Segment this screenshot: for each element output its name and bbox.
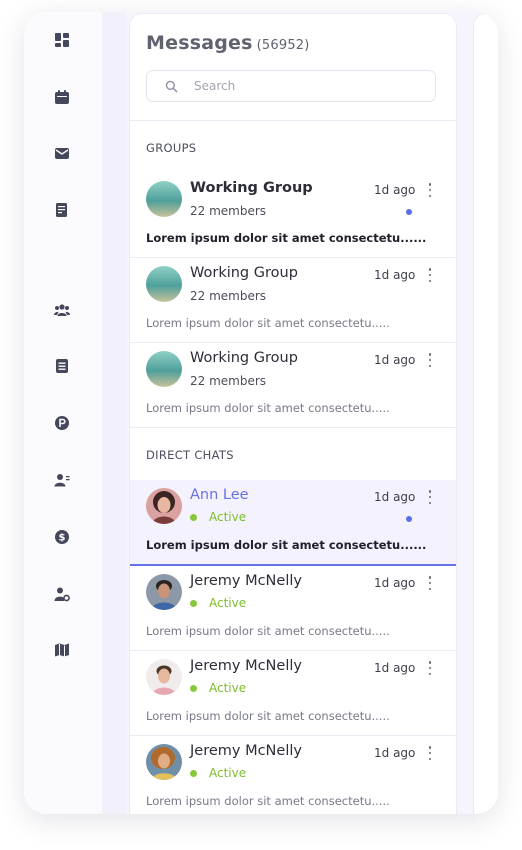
message-preview: Lorem ipsum dolor sit amet consectetu...… bbox=[146, 624, 390, 638]
messages-panel: Messages(56952) GROUPS Working Group 22 … bbox=[130, 14, 456, 814]
avatar bbox=[146, 574, 182, 610]
chat-row[interactable]: Jeremy McNelly Active 1d ago Lorem ipsum… bbox=[130, 736, 456, 814]
timestamp: 1d ago bbox=[374, 746, 416, 760]
group-members: 22 members bbox=[190, 204, 267, 218]
status-badge: Active bbox=[190, 596, 246, 610]
status-label: Active bbox=[209, 596, 247, 610]
group-members: 22 members bbox=[190, 289, 267, 303]
more-options-icon[interactable] bbox=[426, 267, 434, 283]
unread-dot bbox=[406, 209, 412, 215]
status-badge: Active bbox=[190, 681, 246, 695]
team-icon[interactable] bbox=[52, 300, 72, 320]
chat-row[interactable]: Ann Lee Active 1d ago Lorem ipsum dolor … bbox=[130, 480, 456, 566]
search-icon bbox=[165, 80, 178, 92]
title-label: Messages bbox=[146, 32, 253, 54]
timestamp: 1d ago bbox=[374, 183, 416, 197]
detail-panel-edge bbox=[474, 14, 498, 814]
contact-name: Jeremy McNelly bbox=[190, 743, 302, 759]
groups-heading: GROUPS bbox=[146, 141, 197, 155]
timestamp: 1d ago bbox=[374, 268, 416, 282]
contacts-icon[interactable] bbox=[52, 470, 72, 490]
chat-row[interactable]: Jeremy McNelly Active 1d ago Lorem ipsum… bbox=[130, 566, 456, 651]
sidebar-rail: $ bbox=[24, 12, 102, 814]
groups-section-header: GROUPS bbox=[130, 121, 456, 173]
status-badge: Active bbox=[190, 766, 246, 780]
dollar-icon[interactable]: $ bbox=[52, 527, 72, 547]
message-preview: Lorem ipsum dolor sit amet consectetu...… bbox=[146, 401, 390, 415]
timestamp: 1d ago bbox=[374, 490, 416, 504]
more-options-icon[interactable] bbox=[426, 352, 434, 368]
more-options-icon[interactable] bbox=[426, 575, 434, 591]
rail-divider bbox=[102, 12, 126, 814]
timestamp: 1d ago bbox=[374, 576, 416, 590]
status-label: Active bbox=[209, 766, 247, 780]
timestamp: 1d ago bbox=[374, 353, 416, 367]
message-count: (56952) bbox=[256, 38, 310, 53]
parking-icon[interactable] bbox=[52, 413, 72, 433]
invoice-icon[interactable] bbox=[52, 200, 72, 220]
direct-chats-heading: DIRECT CHATS bbox=[146, 448, 234, 462]
messages-header: Messages (56952) bbox=[130, 14, 456, 121]
group-row[interactable]: Working Group 22 members 1d ago Lorem ip… bbox=[130, 173, 456, 258]
app-frame: $ Messages(56952) GROUPS Working Group 2 bbox=[24, 12, 498, 814]
user-settings-icon[interactable] bbox=[52, 584, 72, 604]
message-preview: Lorem ipsum dolor sit amet consectetu...… bbox=[146, 316, 390, 330]
group-row[interactable]: Working Group 22 members 1d ago Lorem ip… bbox=[130, 343, 456, 428]
search-input[interactable] bbox=[192, 78, 426, 94]
unread-dot bbox=[406, 516, 412, 522]
group-name: Working Group bbox=[190, 350, 298, 366]
timestamp: 1d ago bbox=[374, 661, 416, 675]
group-avatar bbox=[146, 266, 182, 302]
status-label: Active bbox=[209, 510, 247, 524]
status-dot bbox=[190, 513, 197, 521]
status-dot bbox=[190, 599, 197, 607]
group-avatar bbox=[146, 181, 182, 217]
mail-icon[interactable] bbox=[52, 143, 72, 163]
document-icon[interactable] bbox=[52, 356, 72, 376]
chat-row[interactable]: Jeremy McNelly Active 1d ago Lorem ipsum… bbox=[130, 651, 456, 736]
group-name: Working Group bbox=[190, 265, 298, 281]
contact-name: Ann Lee bbox=[190, 487, 249, 503]
page-title: Messages (56952) bbox=[146, 32, 310, 54]
contact-name: Jeremy McNelly bbox=[190, 658, 302, 674]
avatar bbox=[146, 488, 182, 524]
group-members: 22 members bbox=[190, 374, 267, 388]
avatar bbox=[146, 659, 182, 695]
direct-chats-section-header: DIRECT CHATS bbox=[130, 428, 456, 480]
message-preview: Lorem ipsum dolor sit amet consectetu...… bbox=[146, 538, 427, 552]
group-row[interactable]: Working Group 22 members 1d ago Lorem ip… bbox=[130, 258, 456, 343]
svg-text:$: $ bbox=[59, 533, 66, 544]
message-preview: Lorem ipsum dolor sit amet consectetu...… bbox=[146, 709, 390, 723]
status-dot bbox=[190, 769, 197, 777]
group-avatar bbox=[146, 351, 182, 387]
calendar-icon[interactable] bbox=[52, 87, 72, 107]
more-options-icon[interactable] bbox=[426, 489, 434, 505]
map-icon[interactable] bbox=[52, 640, 72, 660]
more-options-icon[interactable] bbox=[426, 182, 434, 198]
dashboard-icon[interactable] bbox=[52, 30, 72, 50]
more-options-icon[interactable] bbox=[426, 745, 434, 761]
more-options-icon[interactable] bbox=[426, 660, 434, 676]
message-preview: Lorem ipsum dolor sit amet consectetu...… bbox=[146, 231, 427, 245]
status-badge: Active bbox=[190, 510, 246, 524]
message-preview: Lorem ipsum dolor sit amet consectetu...… bbox=[146, 794, 390, 808]
status-dot bbox=[190, 684, 197, 692]
contact-name: Jeremy McNelly bbox=[190, 573, 302, 589]
search-box[interactable] bbox=[146, 70, 436, 102]
status-label: Active bbox=[209, 681, 247, 695]
group-name: Working Group bbox=[190, 180, 313, 196]
avatar bbox=[146, 744, 182, 780]
